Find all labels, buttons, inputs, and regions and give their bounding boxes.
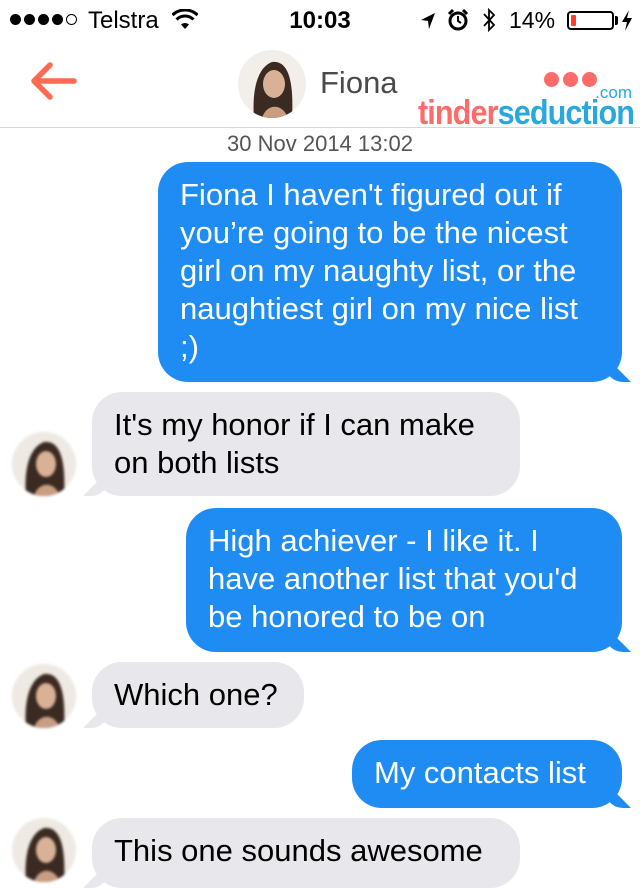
charging-icon: [622, 10, 632, 31]
contact-avatar[interactable]: [238, 50, 306, 118]
battery-percent: 14%: [509, 7, 556, 33]
brand-wordmark: tinderseduction: [418, 94, 635, 133]
sender-avatar[interactable]: [12, 818, 76, 882]
battery-nub: [615, 16, 618, 25]
brand-logo: .com tinderseduction: [414, 68, 636, 132]
battery-icon: [567, 11, 614, 30]
back-arrow-icon[interactable]: [28, 60, 78, 102]
message-bubble-outgoing[interactable]: Fiona I haven't figured out if you’re go…: [158, 162, 622, 382]
message-bubble-incoming[interactable]: It's my honor if I can make on both list…: [92, 392, 520, 496]
message-text: Which one?: [114, 677, 278, 712]
brand-word-right: seduction: [497, 94, 635, 132]
alarm-icon: [447, 9, 469, 31]
bluetooth-icon: [483, 8, 496, 32]
message-bubble-outgoing[interactable]: High achiever - I like it. I have anothe…: [186, 508, 622, 652]
brand-dots-icon: [544, 72, 597, 87]
portrait-photo: [238, 50, 306, 118]
brand-word-left: tinder: [418, 94, 499, 132]
sender-avatar[interactable]: [12, 664, 76, 728]
status-bar: Telstra 10:03 14%: [0, 0, 640, 40]
chat-header: Fiona .com tinderseduction: [0, 40, 640, 132]
message-text: My contacts list: [374, 755, 586, 790]
sender-avatar[interactable]: [12, 432, 76, 496]
battery-level-fill: [571, 15, 577, 26]
message-text: High achiever - I like it. I have anothe…: [208, 523, 578, 634]
message-bubble-incoming[interactable]: Which one?: [92, 662, 304, 728]
message-bubble-incoming[interactable]: This one sounds awesome: [92, 818, 520, 888]
location-icon: [421, 13, 435, 29]
message-text: This one sounds awesome: [114, 833, 483, 868]
conversation-timestamp: 30 Nov 2014 13:02: [227, 131, 413, 156]
message-bubble-outgoing[interactable]: My contacts list: [352, 740, 622, 808]
message-text: It's my honor if I can make on both list…: [114, 407, 475, 480]
contact-name[interactable]: Fiona: [320, 65, 398, 101]
message-text: Fiona I haven't figured out if you’re go…: [180, 177, 579, 364]
